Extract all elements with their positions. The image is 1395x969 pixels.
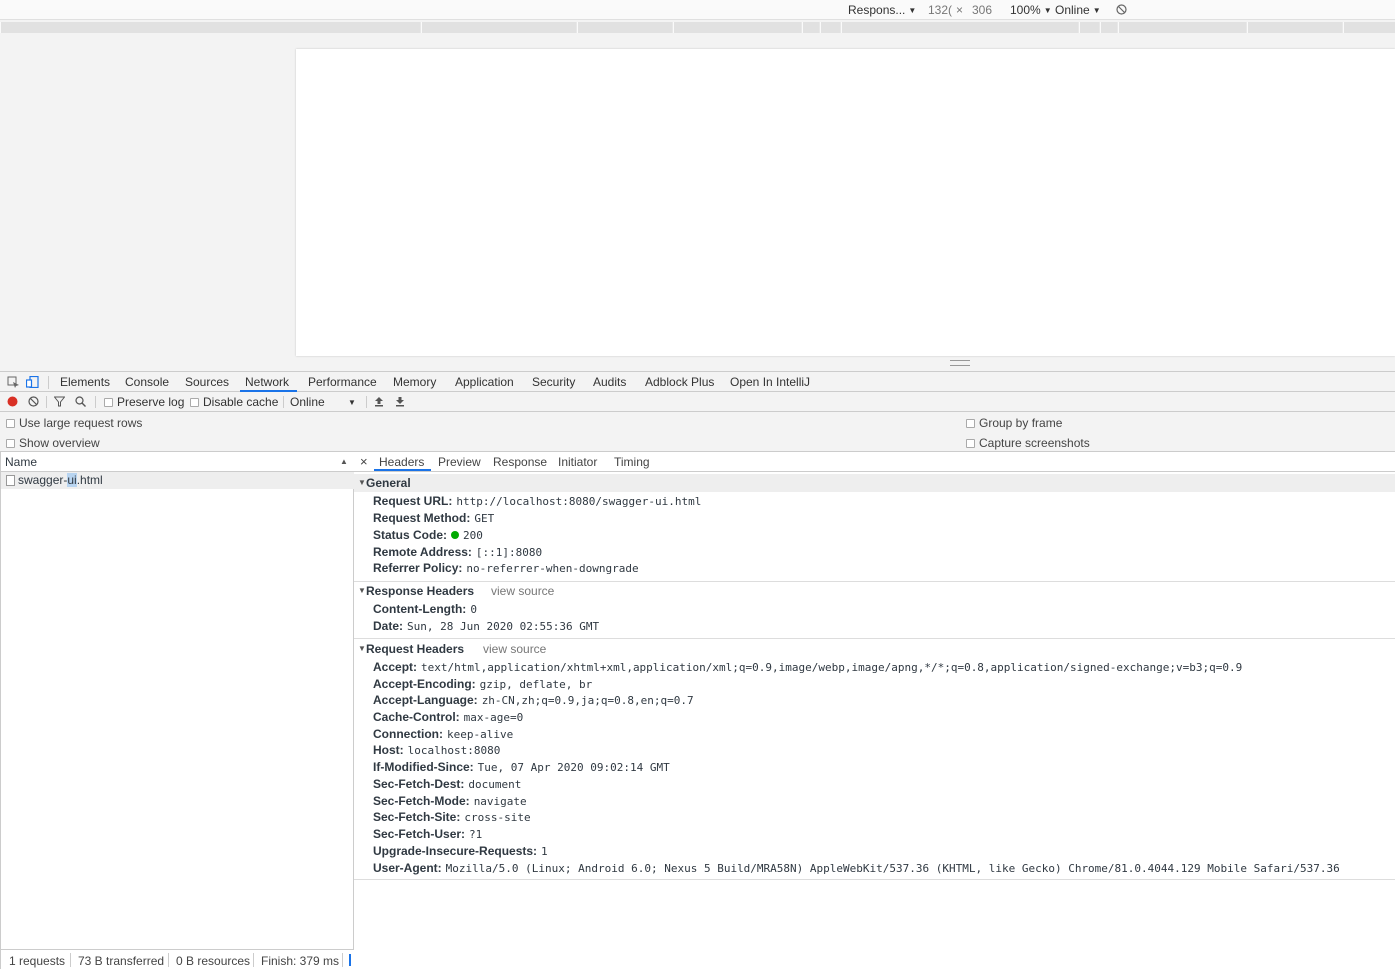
height-input[interactable]: 306 xyxy=(972,3,992,17)
summary-bar: 1 requests 73 B transferred 0 B resource… xyxy=(1,949,354,969)
request-headers-section-header[interactable]: ▼ Request Headers view source xyxy=(354,640,1395,658)
times-sign: × xyxy=(956,3,964,17)
zoom-select[interactable]: 100% ▼ xyxy=(1010,3,1052,17)
tab-memory[interactable]: Memory xyxy=(393,375,436,389)
header-row: Request Method: GET xyxy=(373,511,495,525)
request-list: Name ▲ swagger-ui.html 1 requests 73 B t… xyxy=(0,452,354,969)
dropdown-arrow-icon: ▼ xyxy=(1092,6,1101,15)
tab-performance[interactable]: Performance xyxy=(308,375,377,389)
sort-arrow-icon: ▲ xyxy=(340,457,348,466)
header-row: Sec-Fetch-Site: cross-site xyxy=(373,810,531,824)
header-row: Accept: text/html,application/xhtml+xml,a… xyxy=(373,660,1243,674)
triangle-down-icon: ▼ xyxy=(358,478,366,487)
rotate-icon[interactable] xyxy=(1116,4,1127,15)
record-icon[interactable] xyxy=(7,396,18,407)
tab-security[interactable]: Security xyxy=(532,375,575,389)
tab-elements[interactable]: Elements xyxy=(60,375,110,389)
tab-application[interactable]: Application xyxy=(455,375,514,389)
general-section-header[interactable]: ▼ General xyxy=(354,474,1395,492)
resources-size: 0 B resources xyxy=(176,954,251,968)
tab-console[interactable]: Console xyxy=(125,375,169,389)
header-row: Sec-Fetch-User: ?1 xyxy=(373,827,483,841)
tab-adblock-plus[interactable]: Adblock Plus xyxy=(645,375,714,389)
status-ok-icon xyxy=(451,531,460,539)
tab-initiator[interactable]: Initiator xyxy=(558,455,597,469)
disable-cache-checkbox[interactable]: Disable cache xyxy=(190,395,278,409)
tab-network[interactable]: Network xyxy=(245,375,289,389)
network-toolbar: Preserve log Disable cache Online ▼ xyxy=(0,392,1395,412)
tab-response[interactable]: Response xyxy=(493,455,547,469)
devtools-panel: Elements Console Sources Network Perform… xyxy=(0,371,1395,969)
device-toolbar: Respons... ▼ 132( × 306 100% ▼ Online ▼ xyxy=(0,0,1395,20)
resize-handle[interactable] xyxy=(950,360,970,366)
header-row: Remote Address: [::1]:8080 xyxy=(373,545,543,559)
detail-tabbar: × Headers Preview Response Initiator Tim… xyxy=(354,452,1395,472)
media-query-bar[interactable] xyxy=(0,22,1395,33)
main-tabbar: Elements Console Sources Network Perform… xyxy=(0,371,1395,392)
header-row: Referrer Policy: no-referrer-when-downgra… xyxy=(373,561,639,575)
view-source-link[interactable]: view source xyxy=(491,584,554,598)
transferred-size: 73 B transferred xyxy=(78,954,165,968)
search-icon[interactable] xyxy=(75,396,86,407)
document-icon xyxy=(6,475,15,486)
header-row: If-Modified-Since: Tue, 07 Apr 2020 09:02… xyxy=(373,760,670,774)
header-row: Host: localhost:8080 xyxy=(373,743,501,757)
header-row: Date: Sun, 28 Jun 2020 02:55:36 GMT xyxy=(373,619,600,633)
group-by-frame-checkbox[interactable]: Group by frame xyxy=(966,416,1062,430)
inspect-element-icon[interactable] xyxy=(7,376,20,388)
request-count: 1 requests xyxy=(9,954,66,968)
view-source-link[interactable]: view source xyxy=(483,642,546,656)
tab-audits[interactable]: Audits xyxy=(593,375,626,389)
tab-preview[interactable]: Preview xyxy=(438,455,481,469)
request-name: swagger-ui.html xyxy=(18,473,103,487)
response-headers-section-header[interactable]: ▼ Response Headers view source xyxy=(354,582,1395,600)
large-rows-checkbox[interactable]: Use large request rows xyxy=(6,416,142,430)
viewport-area xyxy=(0,34,1395,371)
header-row: Sec-Fetch-Dest: document xyxy=(373,777,522,791)
header-row: Sec-Fetch-Mode: navigate xyxy=(373,794,527,808)
header-row: Upgrade-Insecure-Requests: 1 xyxy=(373,844,548,858)
throttle-select[interactable]: Online ▼ xyxy=(1055,3,1101,17)
dropdown-arrow-icon: ▼ xyxy=(1043,6,1052,15)
header-row: Connection: keep-alive xyxy=(373,727,514,741)
triangle-down-icon: ▼ xyxy=(358,586,366,595)
header-row: Accept-Encoding: gzip, deflate, br xyxy=(373,677,593,691)
name-column-header[interactable]: Name ▲ xyxy=(1,452,354,472)
header-row: Request URL: http://localhost:8080/swagge… xyxy=(373,494,702,508)
width-input[interactable]: 132( xyxy=(928,3,952,17)
show-overview-checkbox[interactable]: Show overview xyxy=(6,436,100,450)
request-details: × Headers Preview Response Initiator Tim… xyxy=(354,452,1395,969)
header-row: Content-Length: 0 xyxy=(373,602,477,616)
import-har-icon[interactable] xyxy=(374,396,384,407)
tab-open-in-intellij[interactable]: Open In IntelliJ xyxy=(730,375,810,389)
tab-sources[interactable]: Sources xyxy=(185,375,229,389)
export-har-icon[interactable] xyxy=(395,396,405,407)
header-row: Accept-Language: zh-CN,zh;q=0.9,ja;q=0.8,… xyxy=(373,693,694,707)
header-row: Cache-Control: max-age=0 xyxy=(373,710,524,724)
triangle-down-icon: ▼ xyxy=(358,644,366,653)
header-row: Status Code: 200 xyxy=(373,528,483,542)
device-select[interactable]: Respons... ▼ xyxy=(848,3,916,17)
close-icon[interactable]: × xyxy=(360,454,368,469)
tab-headers[interactable]: Headers xyxy=(379,455,424,469)
dropdown-arrow-icon: ▼ xyxy=(908,6,917,15)
network-throttle-select[interactable]: Online xyxy=(290,395,325,409)
filter-icon[interactable] xyxy=(54,396,65,407)
header-row: User-Agent: Mozilla/5.0 (Linux; Android 6… xyxy=(373,861,1340,875)
clear-icon[interactable] xyxy=(28,396,39,407)
chevron-down-icon[interactable]: ▼ xyxy=(348,398,356,407)
network-settings: Use large request rows Show overview Gro… xyxy=(0,412,1395,452)
capture-screenshots-checkbox[interactable]: Capture screenshots xyxy=(966,436,1090,450)
device-screen[interactable] xyxy=(296,49,1395,356)
dom-loaded-marker xyxy=(349,954,351,966)
preserve-log-checkbox[interactable]: Preserve log xyxy=(104,395,184,409)
tab-timing[interactable]: Timing xyxy=(614,455,650,469)
device-toggle-icon[interactable] xyxy=(26,376,39,388)
finish-time: Finish: 379 ms xyxy=(261,954,340,968)
active-detail-tab-indicator xyxy=(374,469,431,471)
table-row[interactable]: swagger-ui.html xyxy=(1,472,354,489)
